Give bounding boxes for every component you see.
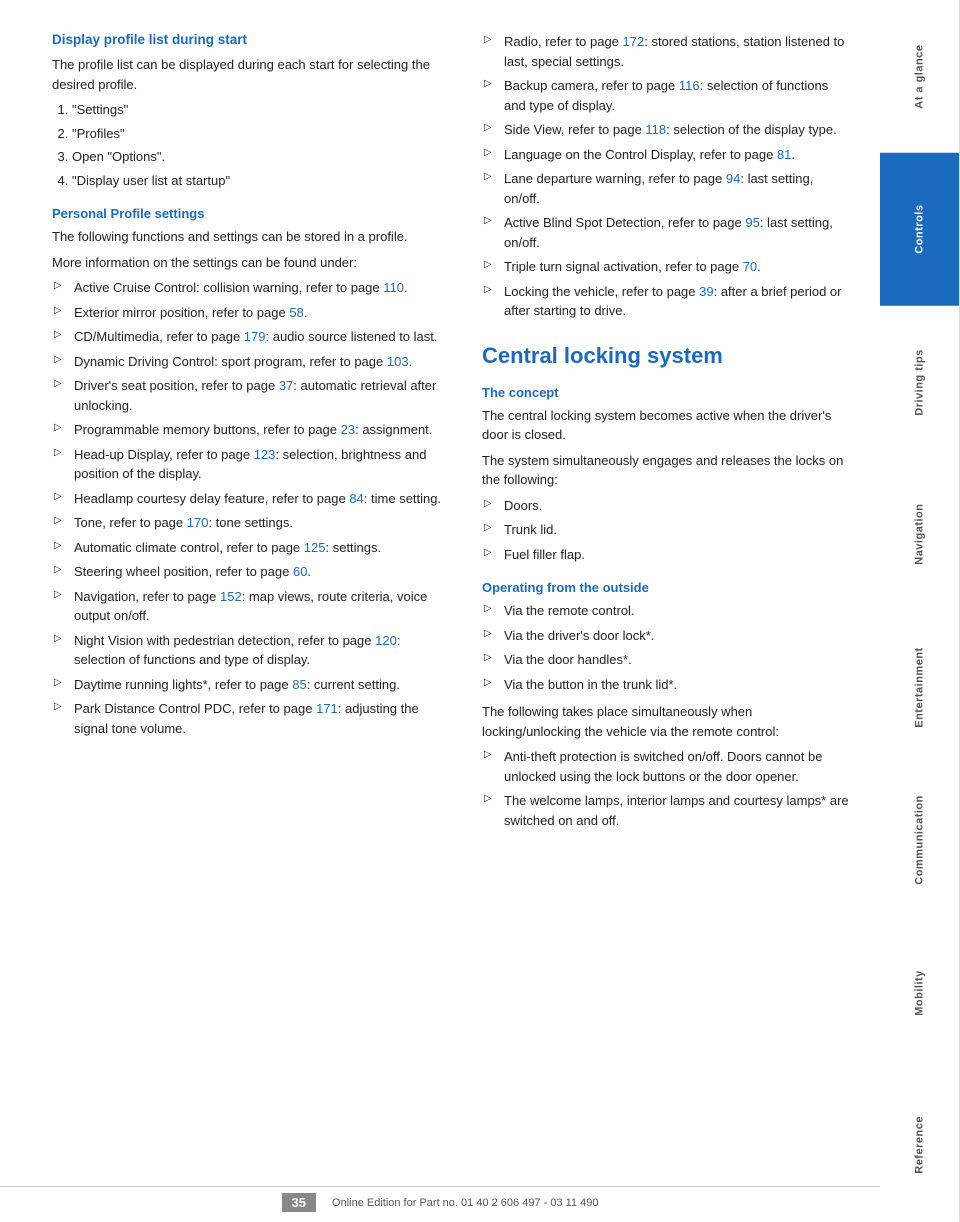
sidebar-item[interactable]: Controls bbox=[880, 153, 960, 306]
list-item: Via the driver's door lock*. bbox=[482, 626, 852, 646]
sidebar-item[interactable]: At a glance bbox=[880, 0, 960, 153]
step-item: Open "Options". bbox=[72, 147, 452, 167]
big-section-title: Central locking system bbox=[482, 343, 852, 369]
list-item: Daytime running lights*, refer to page 8… bbox=[52, 675, 452, 695]
footer: 35 Online Edition for Part no. 01 40 2 6… bbox=[0, 1186, 880, 1212]
list-item: Dynamic Driving Control: sport program, … bbox=[52, 352, 452, 372]
page-link[interactable]: 85 bbox=[292, 677, 306, 692]
sidebar-item[interactable]: Communication bbox=[880, 764, 960, 917]
outside-p1: The following takes place simultaneously… bbox=[482, 702, 852, 741]
bullets-right: Radio, refer to page 172: stored station… bbox=[482, 32, 852, 321]
list-item: Programmable memory buttons, refer to pa… bbox=[52, 420, 452, 440]
section1-p1: The profile list can be displayed during… bbox=[52, 55, 452, 94]
sidebar-item[interactable]: Entertainment bbox=[880, 611, 960, 764]
page-link[interactable]: 171 bbox=[316, 701, 338, 716]
sidebar: At a glanceControlsDriving tipsNavigatio… bbox=[880, 0, 960, 1222]
footer-text: Online Edition for Part no. 01 40 2 606 … bbox=[332, 1197, 598, 1209]
outside-bullets2: Anti-theft protection is switched on/off… bbox=[482, 747, 852, 830]
list-item: Headlamp courtesy delay feature, refer t… bbox=[52, 489, 452, 509]
list-item: Anti-theft protection is switched on/off… bbox=[482, 747, 852, 786]
list-item: Driver's seat position, refer to page 37… bbox=[52, 376, 452, 415]
list-item: Via the door handles*. bbox=[482, 650, 852, 670]
step-item: "Display user list at startup" bbox=[72, 171, 452, 191]
page-link[interactable]: 172 bbox=[623, 34, 645, 49]
list-item: The welcome lamps, interior lamps and co… bbox=[482, 791, 852, 830]
page-link[interactable]: 103 bbox=[387, 354, 409, 369]
list-item: Radio, refer to page 172: stored station… bbox=[482, 32, 852, 71]
list-item: Lane departure warning, refer to page 94… bbox=[482, 169, 852, 208]
list-item: Automatic climate control, refer to page… bbox=[52, 538, 452, 558]
list-item: Tone, refer to page 170: tone settings. bbox=[52, 513, 452, 533]
list-item: Fuel filler flap. bbox=[482, 545, 852, 565]
page-link[interactable]: 123 bbox=[254, 447, 276, 462]
main-content: Display profile list during start The pr… bbox=[0, 0, 880, 1222]
page-link[interactable]: 120 bbox=[375, 633, 397, 648]
page-link[interactable]: 23 bbox=[341, 422, 355, 437]
step-item: "Profiles" bbox=[72, 124, 452, 144]
page-link[interactable]: 58 bbox=[289, 305, 303, 320]
page-link[interactable]: 118 bbox=[645, 122, 666, 137]
page-link[interactable]: 170 bbox=[187, 515, 209, 530]
list-item: Navigation, refer to page 152: map views… bbox=[52, 587, 452, 626]
list-item: Exterior mirror position, refer to page … bbox=[52, 303, 452, 323]
list-item: Head-up Display, refer to page 123: sele… bbox=[52, 445, 452, 484]
right-column: Radio, refer to page 172: stored station… bbox=[482, 32, 852, 838]
page-link[interactable]: 95 bbox=[745, 215, 759, 230]
page-number: 35 bbox=[282, 1193, 316, 1212]
list-item: Trunk lid. bbox=[482, 520, 852, 540]
page-link[interactable]: 37 bbox=[279, 378, 293, 393]
list-item: Backup camera, refer to page 116: select… bbox=[482, 76, 852, 115]
page-link[interactable]: 81 bbox=[777, 147, 791, 162]
list-item: CD/Multimedia, refer to page 179: audio … bbox=[52, 327, 452, 347]
list-item: Locking the vehicle, refer to page 39: a… bbox=[482, 282, 852, 321]
list-item: Steering wheel position, refer to page 6… bbox=[52, 562, 452, 582]
sidebar-item[interactable]: Navigation bbox=[880, 458, 960, 611]
list-item: Via the remote control. bbox=[482, 601, 852, 621]
section2-title: Personal Profile settings bbox=[52, 206, 452, 221]
page-link[interactable]: 179 bbox=[244, 329, 266, 344]
list-item: Triple turn signal activation, refer to … bbox=[482, 257, 852, 277]
section1-title: Display profile list during start bbox=[52, 32, 452, 47]
list-item: Active Cruise Control: collision warning… bbox=[52, 278, 452, 298]
sidebar-item[interactable]: Driving tips bbox=[880, 306, 960, 459]
concept-title: The concept bbox=[482, 385, 852, 400]
page-link[interactable]: 39 bbox=[699, 284, 713, 299]
steps-list: "Settings" "Profiles" Open "Options". "Disp… bbox=[72, 100, 452, 190]
concept-bullets: Doors. Trunk lid. Fuel filler flap. bbox=[482, 496, 852, 565]
concept-p1: The central locking system becomes activ… bbox=[482, 406, 852, 445]
list-item: Side View, refer to page 118: selection … bbox=[482, 120, 852, 140]
page-link[interactable]: 125 bbox=[304, 540, 326, 555]
list-item: Doors. bbox=[482, 496, 852, 516]
page-link[interactable]: 116 bbox=[679, 78, 700, 93]
page-link[interactable]: 94 bbox=[726, 171, 740, 186]
outside-bullets: Via the remote control. Via the driver's … bbox=[482, 601, 852, 694]
concept-p2: The system simultaneously engages and re… bbox=[482, 451, 852, 490]
list-item: Park Distance Control PDC, refer to page… bbox=[52, 699, 452, 738]
bullets-left: Active Cruise Control: collision warning… bbox=[52, 278, 452, 738]
page-link[interactable]: 70 bbox=[743, 259, 757, 274]
page-link[interactable]: 84 bbox=[349, 491, 363, 506]
section2-p1: The following functions and settings can… bbox=[52, 227, 452, 247]
sidebar-item[interactable]: Reference bbox=[880, 1069, 960, 1222]
list-item: Active Blind Spot Detection, refer to pa… bbox=[482, 213, 852, 252]
page-link[interactable]: 110 bbox=[383, 280, 404, 295]
list-item: Night Vision with pedestrian detection, … bbox=[52, 631, 452, 670]
list-item: Via the button in the trunk lid*. bbox=[482, 675, 852, 695]
list-item: Language on the Control Display, refer t… bbox=[482, 145, 852, 165]
page-link[interactable]: 60 bbox=[293, 564, 307, 579]
step-item: "Settings" bbox=[72, 100, 452, 120]
sidebar-item[interactable]: Mobility bbox=[880, 917, 960, 1070]
outside-title: Operating from the outside bbox=[482, 580, 852, 595]
left-column: Display profile list during start The pr… bbox=[52, 32, 452, 838]
section2-p2: More information on the settings can be … bbox=[52, 253, 452, 273]
page-link[interactable]: 152 bbox=[220, 589, 242, 604]
